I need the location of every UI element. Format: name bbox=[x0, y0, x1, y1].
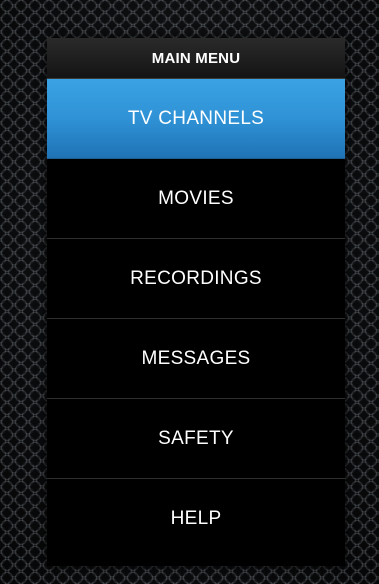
menu-title: MAIN MENU bbox=[151, 49, 241, 67]
menu-item-recordings[interactable]: RECORDINGS bbox=[47, 239, 345, 319]
menu-item-label: RECORDINGS bbox=[130, 267, 262, 289]
menu-item-label: HELP bbox=[170, 508, 222, 529]
menu-item-safety[interactable]: SAFETY bbox=[47, 399, 345, 479]
menu-list: TV CHANNELS MOVIES RECORDINGS MESSAGES S… bbox=[47, 79, 345, 559]
menu-item-tv-channels[interactable]: TV CHANNELS bbox=[47, 79, 345, 159]
main-menu-panel: MAIN MENU TV CHANNELS MOVIES RECORDINGS … bbox=[47, 38, 345, 566]
menu-header: MAIN MENU bbox=[47, 38, 345, 79]
menu-item-movies[interactable]: MOVIES bbox=[47, 159, 345, 239]
menu-item-label: MESSAGES bbox=[141, 347, 251, 369]
menu-item-label: TV CHANNELS bbox=[127, 107, 265, 129]
menu-item-label: MOVIES bbox=[158, 187, 234, 209]
menu-item-label: SAFETY bbox=[158, 427, 234, 449]
menu-item-help[interactable]: HELP bbox=[47, 479, 345, 559]
menu-item-messages[interactable]: MESSAGES bbox=[47, 319, 345, 399]
